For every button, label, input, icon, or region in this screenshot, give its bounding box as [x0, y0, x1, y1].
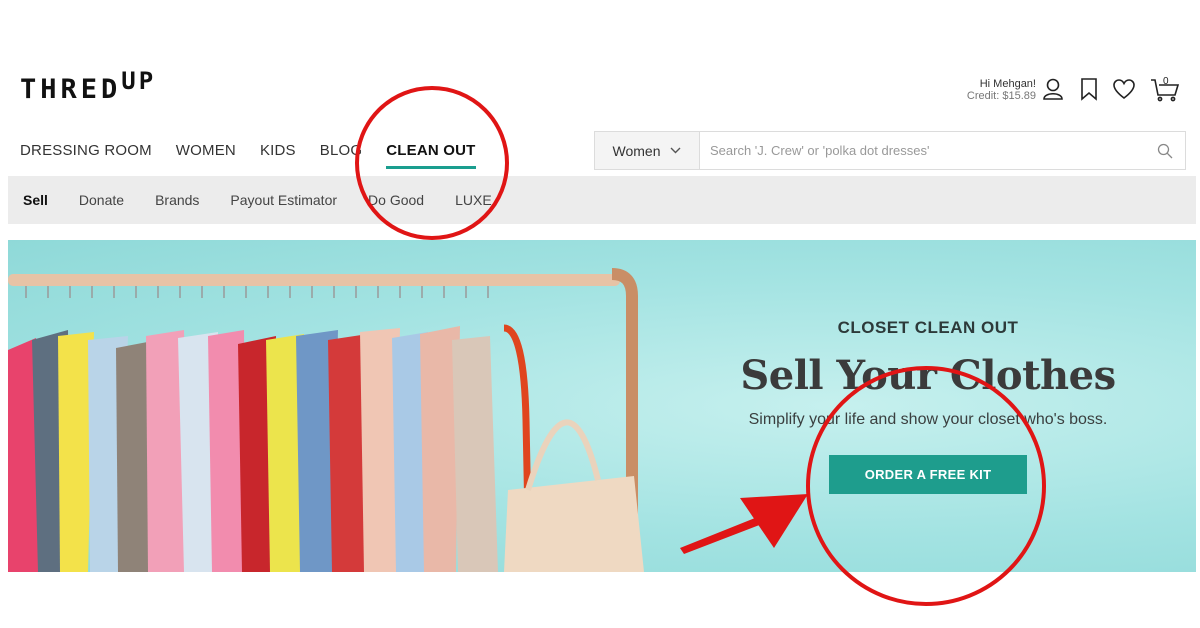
clothing-rack-image — [8, 268, 644, 572]
hero-eyebrow: CLOSET CLEAN OUT — [837, 318, 1019, 337]
search-button[interactable] — [1145, 132, 1185, 169]
account-credit: Credit: $15.89 — [966, 90, 1036, 102]
heart-icon[interactable] — [1109, 74, 1139, 104]
subnav-item-payout-estimator[interactable]: Payout Estimator — [230, 192, 337, 208]
logo-main: THRED — [20, 74, 122, 105]
search-icon — [1157, 143, 1173, 158]
hero-banner: CLOSET CLEAN OUT Sell Your Clothes Simpl… — [8, 240, 1196, 572]
account-summary[interactable]: Hi Mehgan! Credit: $15.89 — [950, 78, 1036, 102]
user-icon[interactable] — [1038, 74, 1068, 104]
chevron-down-icon — [670, 147, 681, 154]
nav-item-blog[interactable]: BLOG — [320, 142, 362, 159]
nav-item-dressing-room[interactable]: DRESSING ROOM — [20, 142, 152, 159]
subnav-item-sell[interactable]: Sell — [23, 192, 48, 208]
nav-item-clean-out[interactable]: CLEAN OUT — [386, 142, 476, 169]
subnav-item-luxe[interactable]: LUXE — [455, 192, 492, 208]
logo-sup: UP — [121, 67, 157, 95]
search-bar: Women — [594, 131, 1186, 170]
account-greeting: Hi Mehgan! — [979, 78, 1036, 90]
nav-item-kids[interactable]: KIDS — [260, 142, 296, 159]
search-input[interactable] — [700, 132, 1145, 169]
primary-nav: DRESSING ROOM WOMEN KIDS BLOG CLEAN OUT — [20, 142, 500, 169]
search-category-value: Women — [612, 142, 661, 159]
cart-count: 0 — [1163, 76, 1169, 87]
bookmark-icon[interactable] — [1074, 74, 1104, 104]
subnav-item-do-good[interactable]: Do Good — [368, 192, 424, 208]
nav-item-women[interactable]: WOMEN — [176, 142, 236, 159]
sub-nav: Sell Donate Brands Payout Estimator Do G… — [8, 176, 1196, 224]
hero-subhead: Simplify your life and show your closet … — [748, 411, 1108, 428]
subnav-item-donate[interactable]: Donate — [79, 192, 124, 208]
hero-headline: Sell Your Clothes — [740, 352, 1116, 399]
order-free-kit-button[interactable]: ORDER A FREE KIT — [829, 455, 1027, 494]
thredup-logo[interactable]: THREDUP — [20, 67, 156, 105]
cart-icon[interactable]: 0 — [1150, 74, 1180, 104]
hero-copy: CLOSET CLEAN OUT Sell Your Clothes Simpl… — [708, 318, 1148, 494]
search-category-select[interactable]: Women — [595, 132, 700, 169]
subnav-item-brands[interactable]: Brands — [155, 192, 199, 208]
